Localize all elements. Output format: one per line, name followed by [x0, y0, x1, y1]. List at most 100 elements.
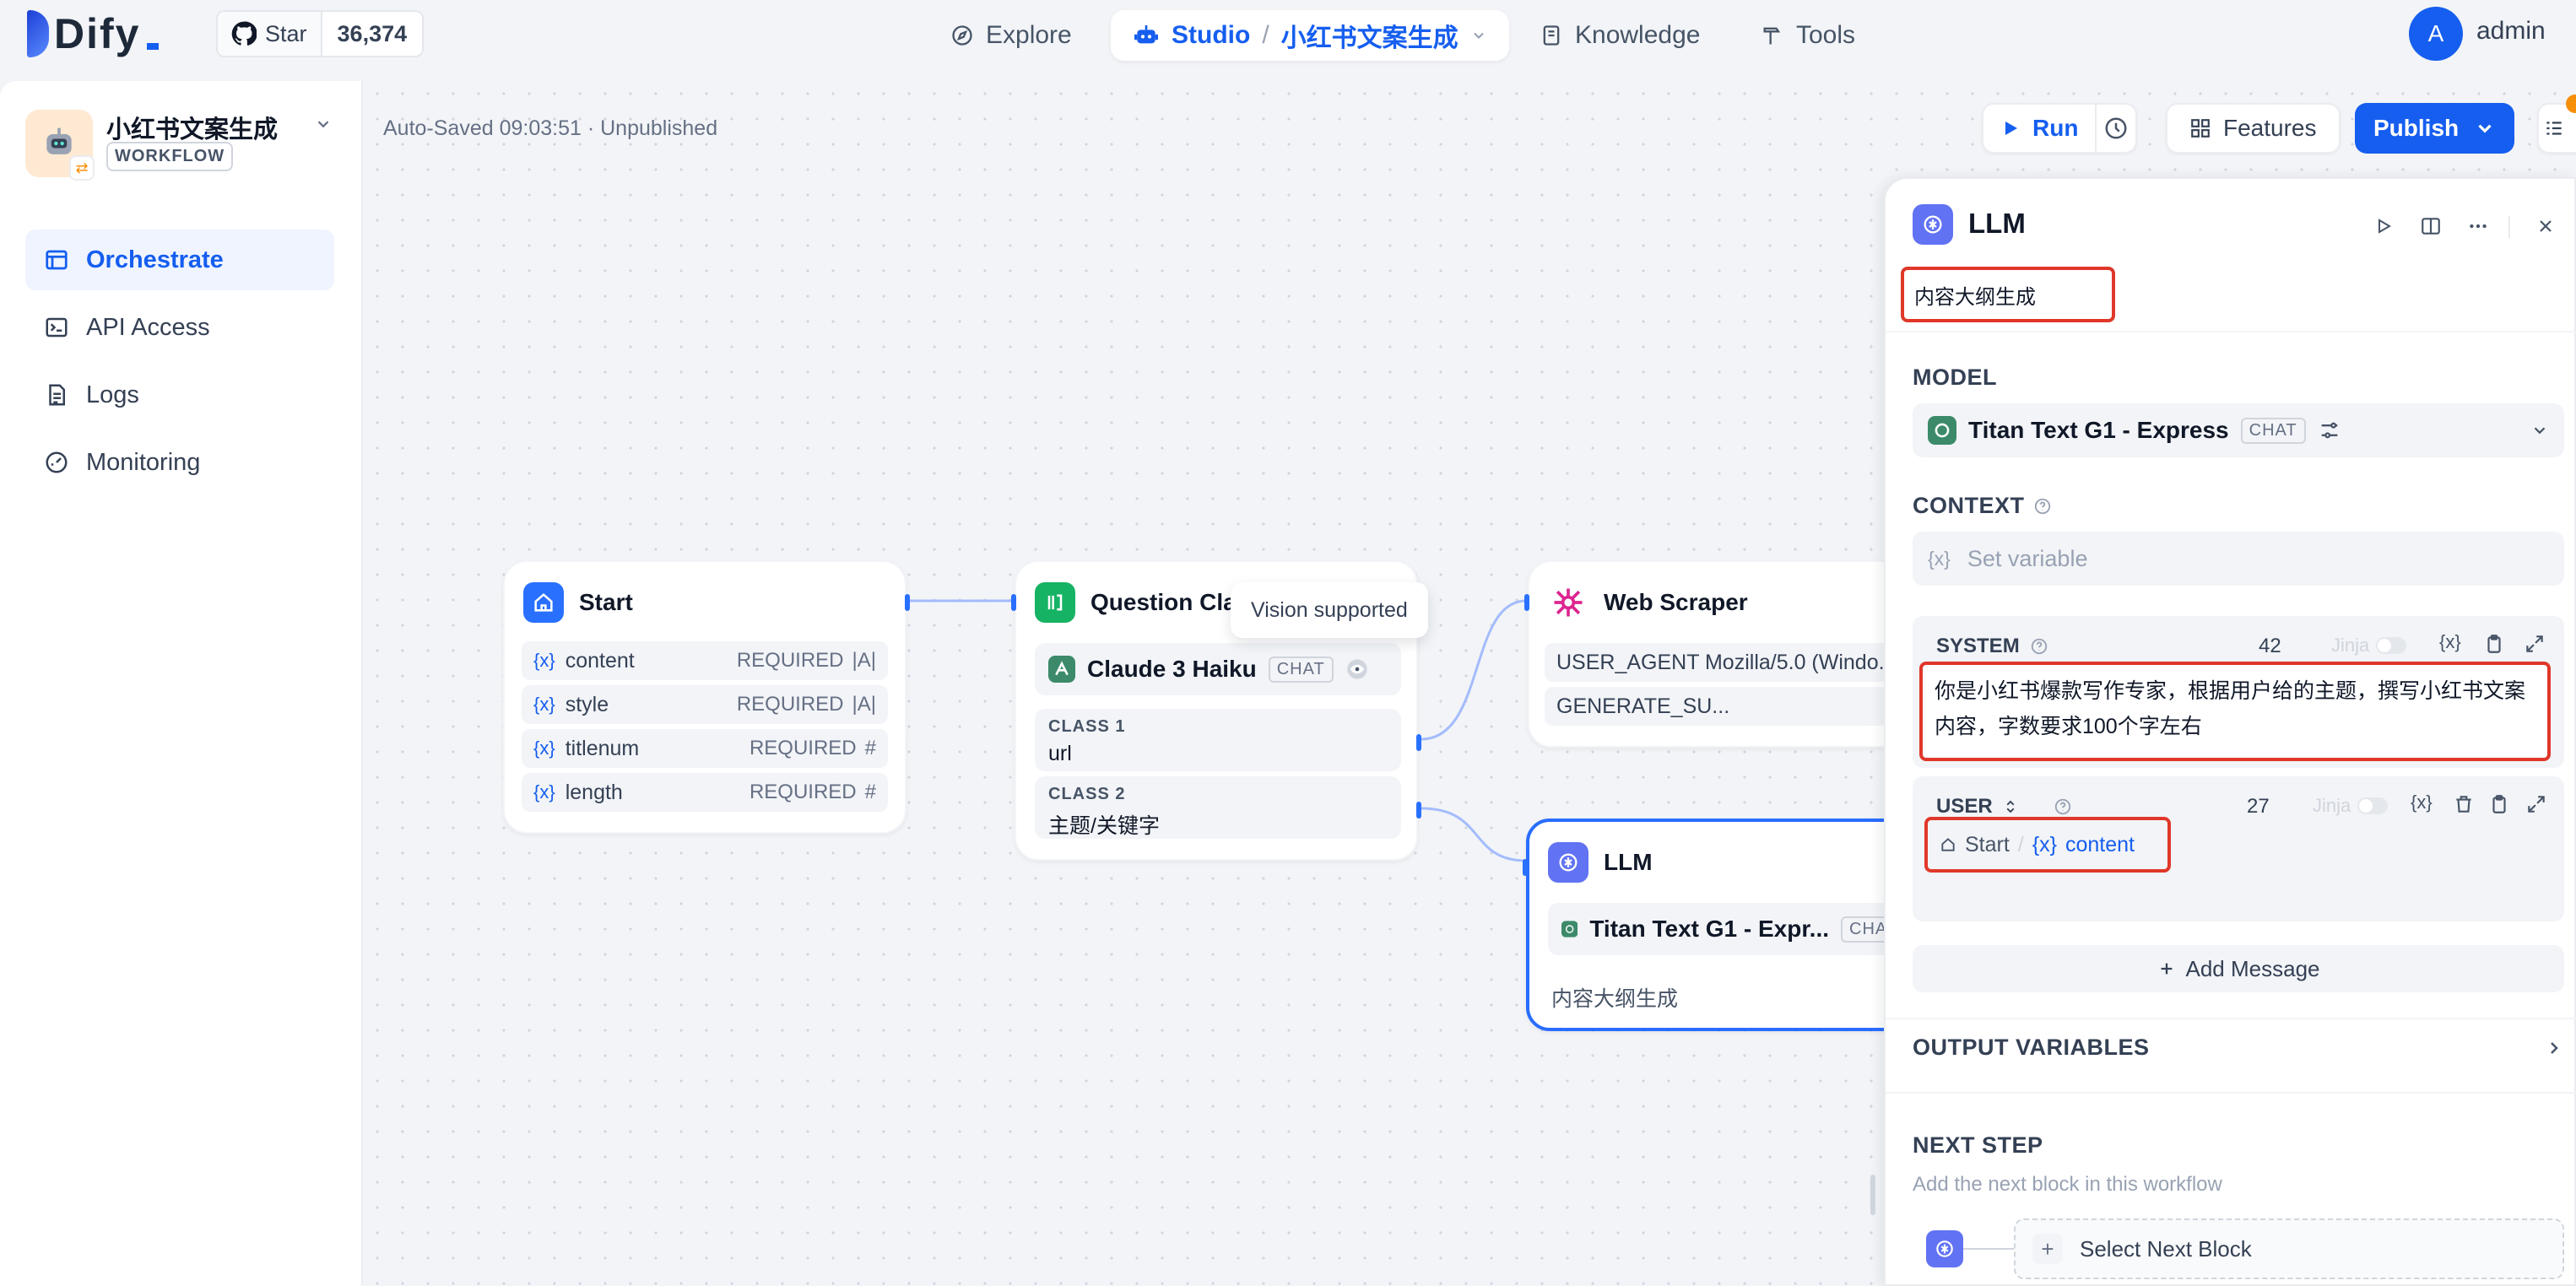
class-1-output-handle[interactable] [1416, 734, 1421, 751]
node-title: Start [579, 589, 633, 615]
input-handle[interactable] [1011, 594, 1016, 611]
model-name: Titan Text G1 - Expr... [1589, 916, 1830, 942]
variable-name: titlenum [565, 736, 640, 760]
chevron-up-down-icon[interactable] [2003, 798, 2018, 815]
divider [1886, 331, 2576, 332]
features-button[interactable]: Features [2166, 103, 2341, 154]
clipboard-icon[interactable] [2483, 633, 2505, 655]
variable-icon: {x} [533, 738, 555, 759]
variable-reference-chip[interactable]: Start / {x} content [1924, 817, 2171, 873]
text-icon: |A| [852, 649, 876, 672]
select-next-block-button[interactable]: + Select Next Block [2014, 1218, 2564, 1279]
user-prompt-editor: USER 27 Jinja {x} Start / {x} content [1913, 776, 2564, 921]
help-circle-icon[interactable] [2054, 797, 2072, 816]
class-value: 主题/关键字 [1048, 814, 1160, 838]
variable-name: content [565, 648, 635, 673]
model-chip: Titan Text G1 - Expr... CHAT [1548, 903, 1919, 955]
user-prompt-header: USER [1936, 795, 2072, 819]
class-2-output-handle[interactable] [1416, 802, 1421, 819]
plus-icon [2161, 963, 2172, 975]
home-icon [523, 582, 564, 623]
trash-icon[interactable] [2453, 793, 2475, 815]
bedrock-model-icon [1928, 416, 1956, 445]
class-item: CLASS 1 url [1035, 709, 1401, 771]
llm-icon [1548, 842, 1588, 883]
features-label: Features [2223, 115, 2317, 141]
node-web-scraper[interactable]: Web Scraper USER_AGENT Mozilla/5.0 (Wind… [1524, 560, 1908, 748]
run-node-button[interactable] [2367, 209, 2400, 243]
close-icon [2540, 220, 2552, 232]
model-name: Claude 3 Haiku [1087, 656, 1257, 682]
system-label: SYSTEM [1936, 635, 2020, 657]
edge-classifier-llm [1421, 807, 1527, 862]
play-icon [2005, 122, 2017, 135]
context-variable-selector[interactable]: {x} Set variable [1913, 532, 2564, 586]
param-row: USER_AGENT Mozilla/5.0 (Windo... [1545, 643, 1891, 682]
book-open-icon [2422, 218, 2440, 235]
run-button[interactable]: Run [1983, 105, 2097, 152]
insert-variable-icon[interactable]: {x} [2439, 631, 2461, 653]
node-start[interactable]: Start {x} content REQUIRED |A| {x} style RE… [503, 560, 910, 834]
system-prompt-editor: SYSTEM 42 Jinja {x} 你是小红书爆款写作专家，根据用户给的主题… [1913, 616, 2564, 768]
context-placeholder: Set variable [1967, 545, 2088, 571]
variable-row: {x} style REQUIRED |A| [522, 685, 888, 724]
node-title: Web Scraper [1604, 589, 1748, 615]
help-circle-icon[interactable] [2030, 637, 2048, 656]
expand-icon[interactable] [2524, 633, 2546, 655]
publish-button[interactable]: Publish [2355, 103, 2515, 154]
reference-node: Start [1965, 832, 2010, 856]
panel-title[interactable]: LLM [1968, 208, 2026, 240]
bedrock-model-icon [1561, 921, 1578, 937]
node-llm[interactable]: LLM Titan Text G1 - Expr... CHAT 内容大纲生成 [1523, 819, 1919, 1031]
input-handle[interactable] [1524, 594, 1529, 611]
context-label: CONTEXT [1913, 493, 2025, 518]
node-description-input[interactable]: 内容大纲生成 [1901, 267, 2115, 322]
run-history-button[interactable] [2097, 105, 2135, 152]
variable-icon: {x} [1928, 547, 1951, 570]
variable-name: length [565, 780, 623, 804]
grid-icon [2191, 119, 2210, 138]
param-row: GENERATE_SU... [1545, 687, 1891, 726]
expand-icon[interactable] [2525, 793, 2547, 815]
more-options-button[interactable] [2461, 209, 2495, 243]
text-icon: |A| [852, 693, 876, 716]
output-variables-toggle[interactable]: OUTPUT VARIABLES [1913, 1035, 2564, 1061]
class-value: url [1048, 742, 1072, 765]
output-variables-label: OUTPUT VARIABLES [1913, 1035, 2150, 1060]
edge-classifier-webscraper [1421, 599, 1527, 741]
jinja-toggle[interactable]: Jinja [2313, 795, 2389, 817]
autosave-status: Auto-Saved 09:03:51 · Unpublished [383, 116, 718, 140]
toggle-switch[interactable] [2376, 637, 2407, 654]
toggle-switch[interactable] [2357, 797, 2389, 814]
chevron-down-icon [2534, 427, 2546, 435]
input-handle[interactable] [1523, 859, 1528, 876]
system-prompt-text[interactable]: 你是小红书爆款写作专家，根据用户给的主题，撰写小红书文案内容，字数要求100个字… [1919, 662, 2551, 761]
jinja-toggle[interactable]: Jinja [2331, 635, 2407, 657]
divider [1886, 1018, 2576, 1019]
variable-row: {x} titlenum REQUIRED # [522, 729, 888, 768]
system-prompt-header: SYSTEM [1936, 635, 2048, 658]
variable-icon: {x} [2032, 832, 2057, 856]
node-header: Question Clas [1035, 582, 1249, 623]
eye-icon[interactable] [1345, 657, 1369, 681]
required-tag: REQUIRED [736, 649, 844, 672]
help-doc-button[interactable] [2414, 209, 2448, 243]
model-name: Titan Text G1 - Express [1968, 417, 2229, 443]
connector-line [1963, 1248, 2014, 1250]
panel-resize-handle[interactable] [1870, 1175, 1875, 1215]
help-circle-icon[interactable] [2033, 497, 2052, 516]
variable-row: {x} content REQUIRED |A| [522, 641, 888, 680]
node-description: 内容大纲生成 [1551, 987, 1679, 1011]
close-panel-button[interactable] [2529, 209, 2562, 243]
node-config-panel: LLM 内容大纲生成 MODEL Titan Text G1 - Express… [1884, 177, 2576, 1286]
insert-variable-icon[interactable]: {x} [2411, 792, 2433, 813]
anthropic-model-icon [1048, 656, 1075, 683]
clipboard-icon[interactable] [2488, 793, 2510, 815]
divider [1886, 1092, 2576, 1094]
user-role-selector[interactable]: USER [1936, 795, 1993, 819]
node-title: Question Clas [1090, 589, 1250, 615]
add-message-button[interactable]: Add Message [1913, 945, 2564, 992]
sliders-icon[interactable] [2318, 419, 2341, 442]
output-handle[interactable] [905, 594, 910, 611]
model-selector[interactable]: Titan Text G1 - Express CHAT [1913, 403, 2564, 457]
